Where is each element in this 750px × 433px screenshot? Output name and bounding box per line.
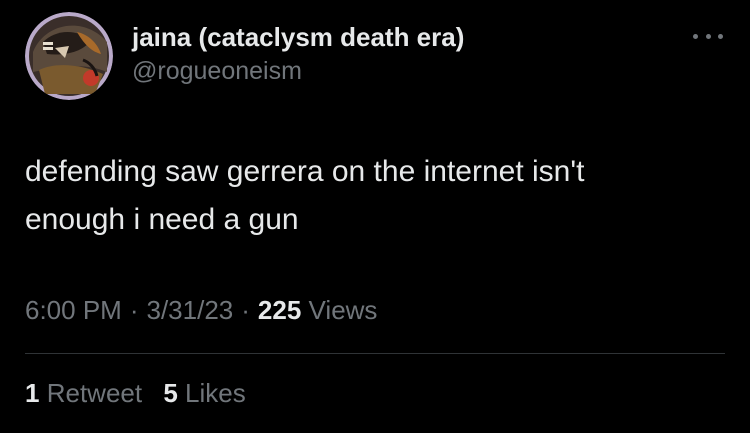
tweet-metadata: 6:00 PM · 3/31/23 · 225 Views	[25, 295, 377, 326]
retweets-stat[interactable]: 1 Retweet	[25, 378, 142, 408]
separator: ·	[241, 295, 250, 325]
views-label: Views	[308, 295, 378, 325]
retweet-label: Retweet	[46, 378, 143, 408]
like-label: Likes	[185, 378, 246, 408]
divider	[25, 353, 725, 354]
engagement-stats: 1 Retweet 5 Likes	[25, 378, 260, 409]
avatar[interactable]	[25, 12, 113, 100]
user-handle[interactable]: @rogueoneism	[132, 57, 302, 86]
tweet-text: defending saw gerrera on the internet is…	[25, 148, 725, 244]
tweet-time[interactable]: 6:00 PM	[25, 295, 122, 325]
more-horizontal-icon[interactable]	[693, 26, 723, 46]
retweet-count: 1	[25, 378, 40, 408]
tweet: jaina (cataclysm death era) @rogueoneism…	[0, 0, 750, 433]
views-count: 225	[257, 295, 302, 325]
like-count: 5	[163, 378, 178, 408]
avatar-image	[25, 12, 113, 100]
likes-stat[interactable]: 5 Likes	[163, 378, 245, 408]
tweet-text-line: enough i need a gun	[25, 203, 299, 236]
display-name[interactable]: jaina (cataclysm death era)	[132, 22, 464, 53]
separator: ·	[129, 295, 139, 325]
tweet-text-line: defending saw gerrera on the internet is…	[25, 155, 585, 188]
tweet-date[interactable]: 3/31/23	[147, 295, 234, 325]
